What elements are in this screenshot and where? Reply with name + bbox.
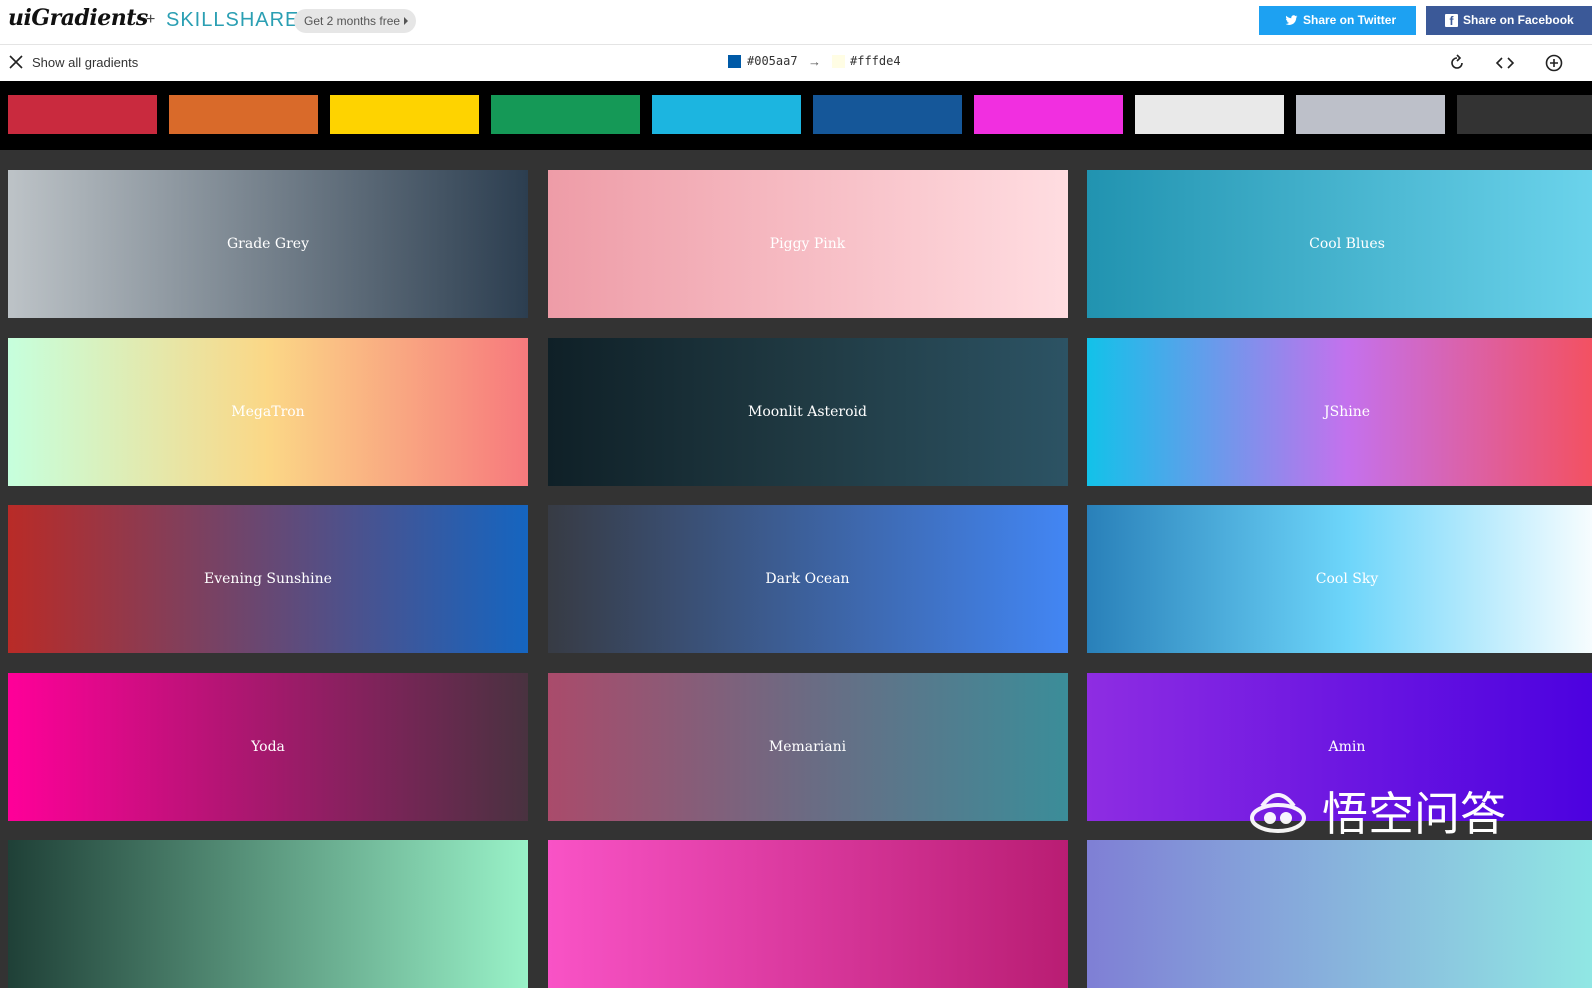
gradient-name: Dark Ocean bbox=[765, 571, 850, 587]
gradient-name: MegaTron bbox=[231, 403, 305, 420]
gradient-card[interactable]: JShine bbox=[1087, 337, 1592, 486]
caret-right-icon bbox=[404, 17, 409, 25]
gradient-name bbox=[8, 840, 528, 988]
show-all-label: Show all gradients bbox=[32, 55, 139, 70]
color-filter-black[interactable] bbox=[1457, 95, 1592, 134]
gradient-card[interactable]: Piggy Pink bbox=[547, 170, 1068, 318]
close-icon bbox=[9, 55, 23, 69]
color-filter-orange[interactable] bbox=[169, 95, 318, 134]
color-filter-red[interactable] bbox=[8, 95, 157, 134]
gradient-card[interactable]: Cool Blues bbox=[1087, 170, 1592, 318]
gradient-card[interactable]: Grade Grey bbox=[8, 170, 528, 318]
color-filter-strip bbox=[0, 81, 1592, 150]
gradient-name: Moonlit Asteroid bbox=[747, 403, 867, 420]
gradient-name: Evening Sunshine bbox=[204, 571, 332, 587]
to-color-swatch bbox=[832, 55, 845, 68]
gradient-card[interactable]: MegaTron bbox=[8, 337, 528, 486]
rotate-icon[interactable] bbox=[1447, 53, 1467, 73]
gradient-name: Yoda bbox=[251, 738, 285, 755]
skillshare-logo[interactable]: SKILLSHARE bbox=[166, 9, 299, 32]
plus-sign: + bbox=[146, 11, 156, 28]
share-twitter-label: Share on Twitter bbox=[1303, 13, 1397, 27]
gradient-card[interactable]: Moonlit Asteroid bbox=[547, 337, 1068, 486]
share-facebook-button[interactable]: f Share on Facebook bbox=[1426, 6, 1592, 35]
gradient-name: JShine bbox=[1324, 403, 1370, 420]
gradient-name bbox=[548, 840, 1068, 988]
color-filter-white[interactable] bbox=[1135, 95, 1284, 134]
code-icon[interactable] bbox=[1495, 53, 1515, 73]
color-filter-green[interactable] bbox=[491, 95, 640, 134]
gradient-name: Memariani bbox=[768, 738, 847, 755]
gradient-card[interactable]: Yoda bbox=[8, 672, 528, 821]
color-filter-magenta[interactable] bbox=[974, 95, 1123, 134]
watermark-text: 悟空问答 bbox=[1322, 787, 1506, 841]
watermark-logo: 悟空问答 bbox=[1250, 787, 1506, 841]
top-header: uiGradients + SKILLSHARE Get 2 months fr… bbox=[0, 0, 1592, 45]
color-filter-blue[interactable] bbox=[813, 95, 962, 134]
gradient-name: Cool Blues bbox=[1309, 236, 1385, 252]
facebook-icon: f bbox=[1445, 14, 1458, 28]
gradient-name: Cool Sky bbox=[1315, 571, 1379, 587]
gradient-card[interactable] bbox=[8, 840, 528, 988]
promo-button[interactable]: Get 2 months free bbox=[294, 9, 417, 33]
uigradients-logo[interactable]: uiGradients bbox=[8, 5, 148, 31]
from-hex-code[interactable]: #005aa7 bbox=[747, 54, 798, 68]
share-facebook-label: Share on Facebook bbox=[1463, 13, 1574, 27]
promo-label: Get 2 months free bbox=[304, 14, 401, 28]
gradient-toolbar: Show all gradients #005aa7 → #fffde4 bbox=[0, 45, 1592, 81]
gradient-card[interactable]: Dark Ocean bbox=[547, 505, 1068, 653]
from-color-swatch bbox=[728, 55, 741, 68]
gradient-card[interactable]: Memariani bbox=[547, 672, 1068, 821]
arrow-right-icon: → bbox=[808, 54, 821, 69]
gradient-card[interactable]: Cool Sky bbox=[1087, 505, 1592, 653]
gradient-card[interactable] bbox=[1087, 840, 1592, 988]
gradient-name bbox=[1087, 840, 1592, 988]
to-hex-code[interactable]: #fffde4 bbox=[850, 54, 901, 68]
gradient-card[interactable]: Evening Sunshine bbox=[8, 505, 528, 653]
gradient-name: Piggy Pink bbox=[769, 236, 846, 252]
gradient-name: Grade Grey bbox=[227, 236, 309, 252]
color-filter-cyan[interactable] bbox=[652, 95, 801, 134]
gradient-card[interactable] bbox=[547, 840, 1068, 988]
twitter-icon bbox=[1285, 15, 1298, 25]
color-filter-grey[interactable] bbox=[1296, 95, 1445, 134]
add-circle-icon[interactable] bbox=[1544, 53, 1564, 73]
share-twitter-button[interactable]: Share on Twitter bbox=[1259, 6, 1416, 35]
color-filter-yellow[interactable] bbox=[330, 95, 479, 134]
